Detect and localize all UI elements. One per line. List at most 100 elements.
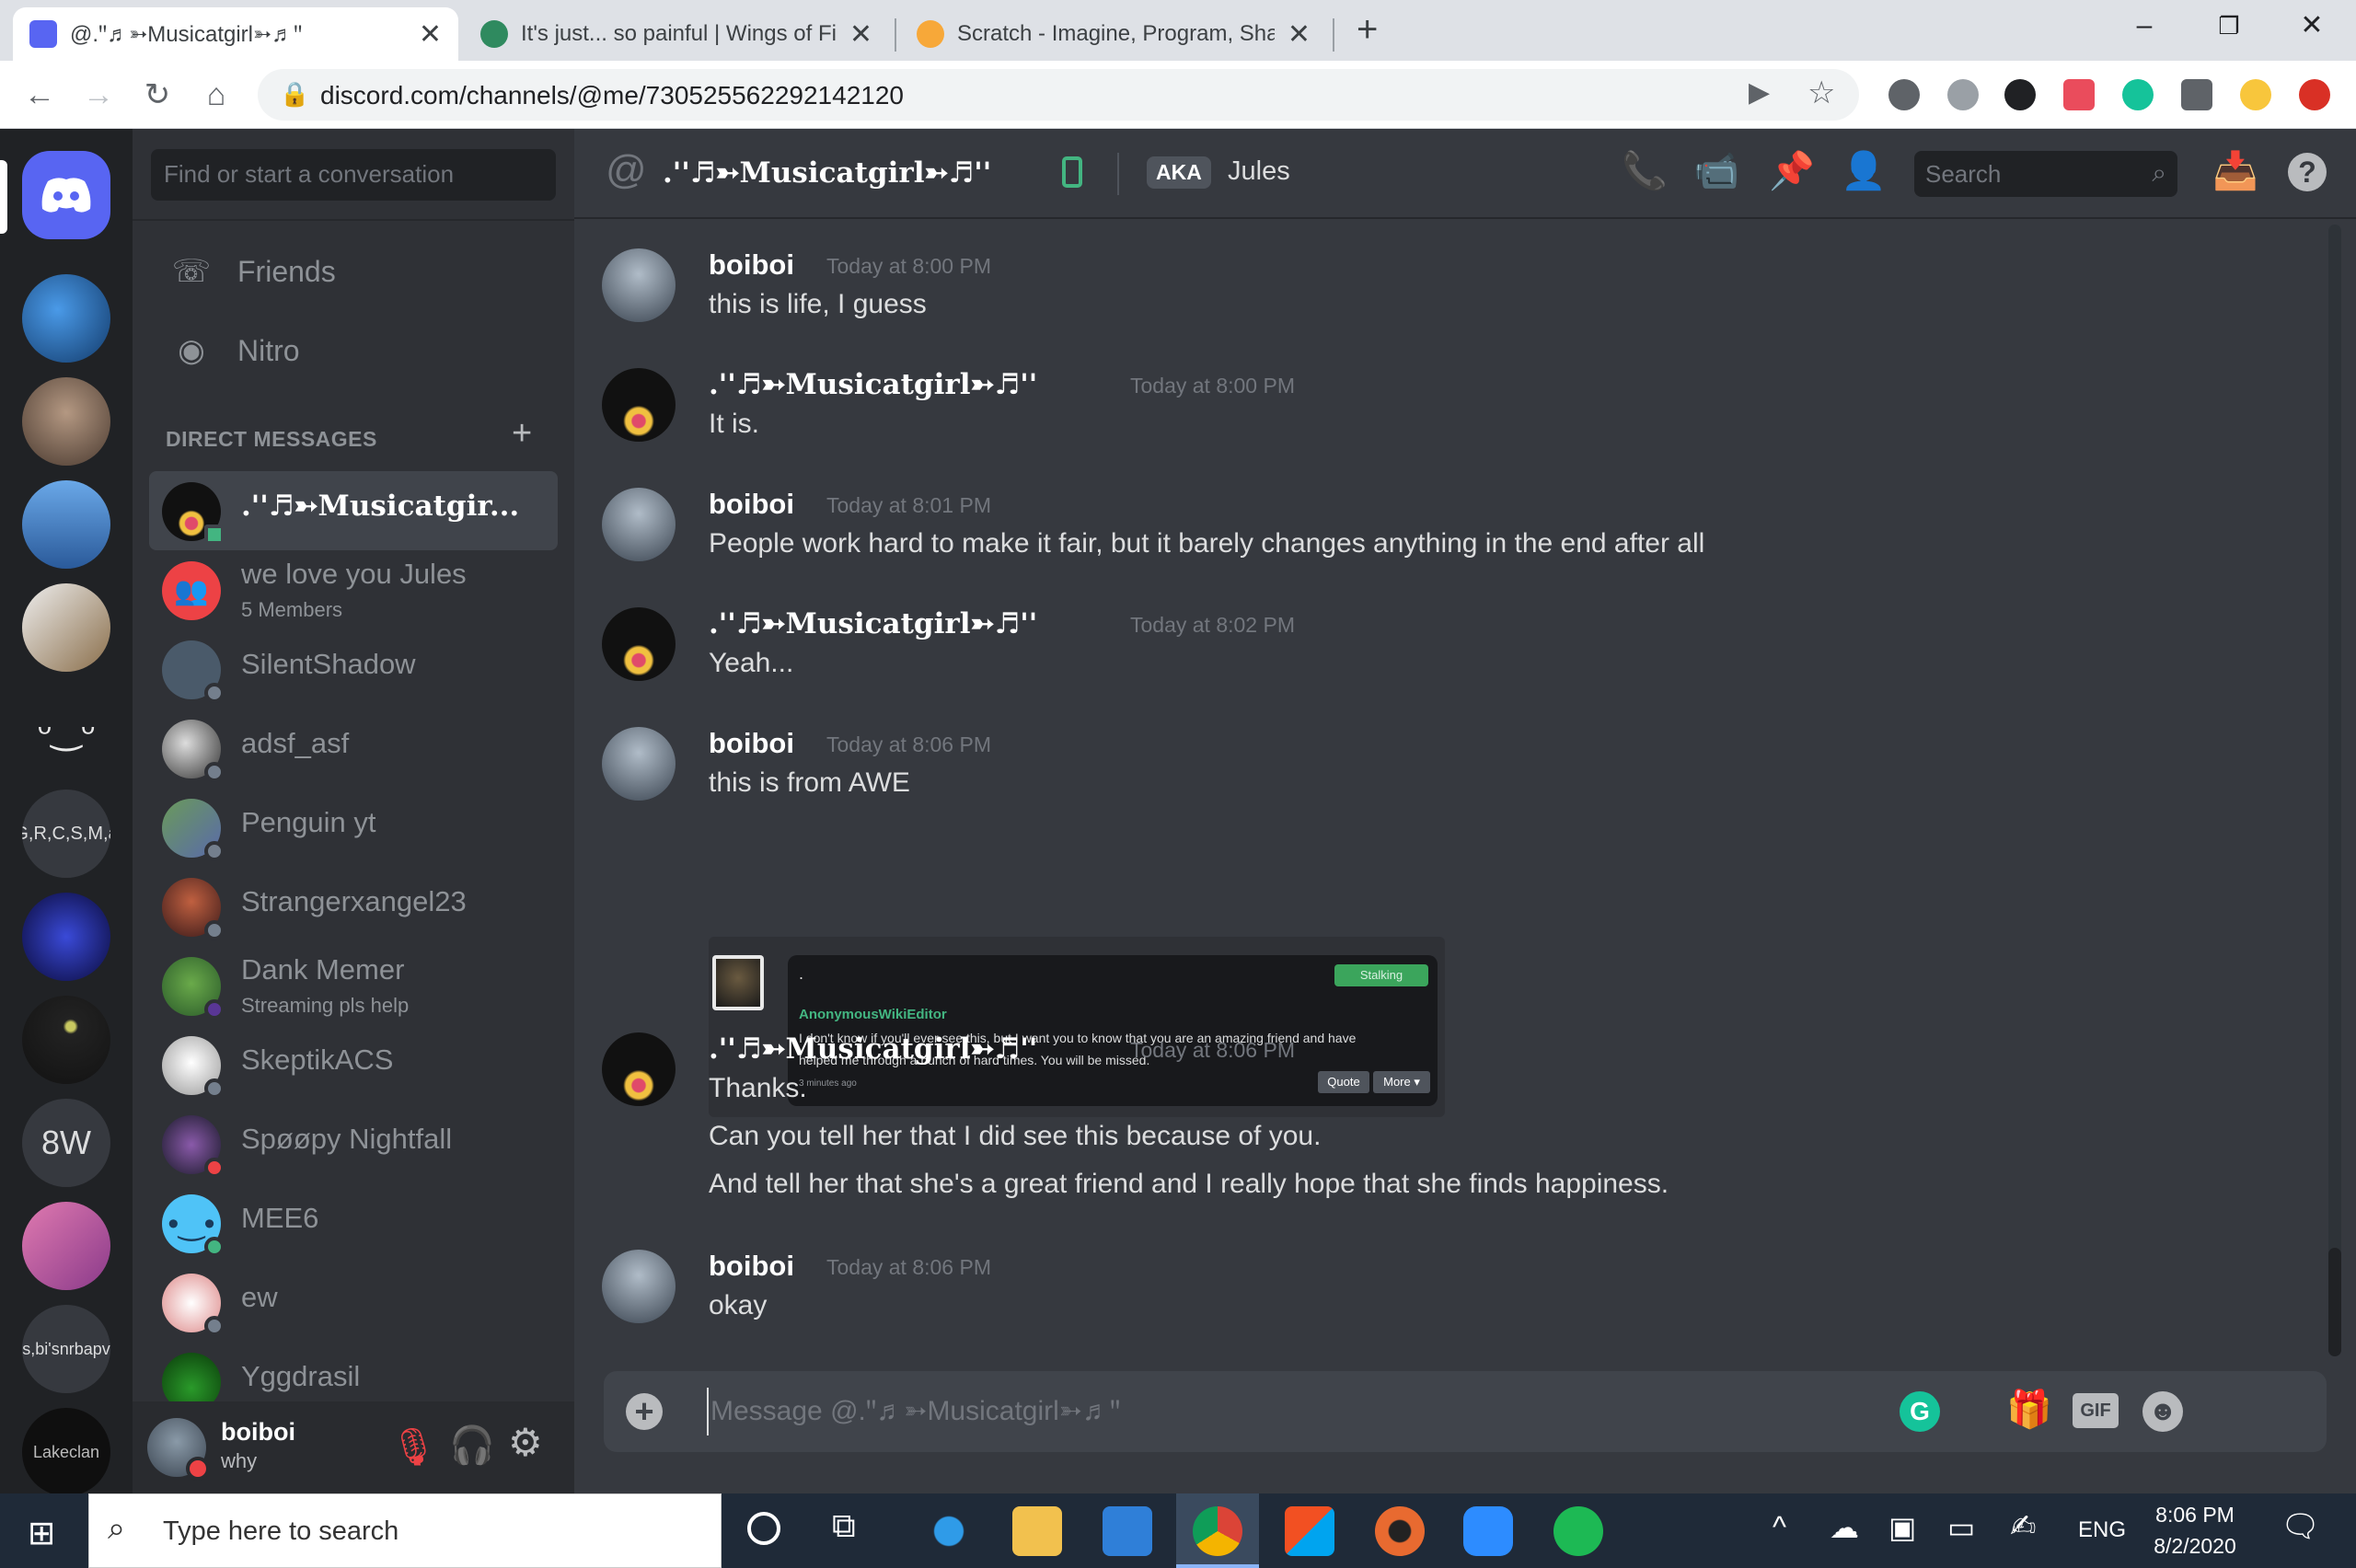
clock-time[interactable]: 8:06 PM xyxy=(2154,1503,2236,1528)
tab-discord[interactable]: @.ꞌꞌ♬➳Musicatgirl➳♬ꞌꞌ ✕ xyxy=(13,7,458,61)
video-call-icon[interactable]: 📹 xyxy=(1693,149,1739,192)
message-author[interactable]: .ꞌꞌ♬➳Musicatgirl➳♬ꞌꞌ xyxy=(709,1032,1037,1066)
message-author[interactable]: .ꞌꞌ♬➳Musicatgirl➳♬ꞌꞌ xyxy=(709,607,1037,640)
edge-icon[interactable] xyxy=(924,1506,974,1556)
notifications-icon[interactable]: 🗨 xyxy=(2281,1508,2320,1545)
home-button[interactable] xyxy=(22,151,110,239)
profile-avatar[interactable] xyxy=(2240,79,2271,110)
reload-icon[interactable]: ↻ xyxy=(136,74,179,116)
extension-icon[interactable] xyxy=(1888,79,1920,110)
onedrive-icon[interactable]: ☁ xyxy=(1830,1510,1859,1545)
taskbar-search-input[interactable]: ⌕ Type here to search xyxy=(88,1493,722,1568)
scrollbar-track[interactable] xyxy=(2328,225,2341,1356)
gif-button[interactable]: GIF xyxy=(2073,1393,2119,1428)
screencast-icon[interactable] xyxy=(2063,79,2095,110)
message-avatar[interactable] xyxy=(602,1032,676,1106)
server-icon-sbi[interactable]: s,bi'snrbapv xyxy=(22,1305,110,1393)
language-indicator[interactable]: ENG xyxy=(2078,1517,2126,1543)
close-tab-icon[interactable]: ✕ xyxy=(849,18,872,51)
puzzle-extensions-icon[interactable] xyxy=(2181,79,2212,110)
server-icon-8w[interactable]: 8W xyxy=(22,1099,110,1187)
image-attachment[interactable]: . Stalking AnonymousWikiEditor I don't k… xyxy=(709,937,1445,1117)
pin-icon[interactable]: 📌 xyxy=(1769,149,1815,192)
message-avatar[interactable] xyxy=(602,1250,676,1323)
task-view-icon[interactable]: ⧉ xyxy=(832,1506,856,1546)
tab-wings-of-fire[interactable]: It's just... so painful | Wings of Fir ✕ xyxy=(464,7,889,61)
chrome-taskbar-button[interactable] xyxy=(1176,1493,1259,1568)
tab-scratch[interactable]: Scratch - Imagine, Program, Shar ✕ xyxy=(900,7,1327,61)
voice-call-icon[interactable]: 📞 xyxy=(1622,149,1668,192)
settings-gear-icon[interactable]: ⚙ xyxy=(508,1420,543,1465)
dm-item-adsf[interactable]: adsf_asf xyxy=(149,709,558,788)
message-avatar[interactable] xyxy=(602,368,676,442)
close-window-icon[interactable]: ✕ xyxy=(2284,7,2339,44)
dm-item-musicatgirl[interactable]: .ꞌꞌ♬➳Musicatgir... xyxy=(149,471,558,550)
camera-blocked-icon[interactable]: ▶ xyxy=(1749,76,1770,109)
address-bar[interactable]: 🔒 discord.com/channels/@me/7305255622921… xyxy=(258,69,1859,121)
dm-item-spoopy[interactable]: Spøøpy Nightfall xyxy=(149,1104,558,1183)
pen-icon[interactable]: ✍ xyxy=(2010,1508,2037,1545)
message-author[interactable]: boiboi xyxy=(709,727,794,760)
message-avatar[interactable] xyxy=(602,488,676,561)
file-explorer-icon[interactable] xyxy=(1012,1506,1062,1556)
lock-icon[interactable]: 🔒 xyxy=(280,80,309,109)
message-author[interactable]: .ꞌꞌ♬➳Musicatgirl➳♬ꞌꞌ xyxy=(709,368,1037,401)
server-icon-10[interactable] xyxy=(22,1202,110,1290)
message-avatar[interactable] xyxy=(602,607,676,681)
new-tab-button[interactable]: + xyxy=(1357,9,1378,51)
mute-microphone-icon[interactable]: 🎙 xyxy=(390,1425,437,1469)
store-icon[interactable] xyxy=(1285,1506,1334,1556)
bookmark-star-icon[interactable]: ☆ xyxy=(1807,75,1835,111)
server-icon-7[interactable] xyxy=(22,893,110,981)
zoom-icon[interactable] xyxy=(1463,1506,1513,1556)
dark-mode-icon[interactable] xyxy=(2004,79,2036,110)
message-avatar[interactable] xyxy=(602,727,676,801)
clock-date[interactable]: 8/2/2020 xyxy=(2141,1534,2249,1559)
inbox-icon[interactable]: 📥 xyxy=(2212,149,2258,192)
search-input[interactable]: Search ⌕ xyxy=(1914,151,2177,197)
create-dm-button[interactable]: + xyxy=(512,414,532,454)
windows-start-icon[interactable]: ⊞ xyxy=(28,1514,55,1552)
mail-icon[interactable] xyxy=(1103,1506,1152,1556)
message-author[interactable]: boiboi xyxy=(709,1250,794,1283)
show-hidden-icons-icon[interactable]: ^ xyxy=(1773,1510,1786,1544)
display-icon[interactable]: ▣ xyxy=(1888,1510,1916,1545)
find-conversation-input[interactable]: Find or start a conversation xyxy=(151,149,556,201)
message-author[interactable]: boiboi xyxy=(709,248,794,282)
server-icon-2[interactable] xyxy=(22,377,110,466)
server-icon-3[interactable] xyxy=(22,480,110,569)
help-icon[interactable]: ? xyxy=(2288,153,2327,191)
dm-item-ew[interactable]: ew xyxy=(149,1262,558,1342)
upload-plus-icon[interactable]: + xyxy=(626,1393,663,1430)
nitro-nav[interactable]: ◉ Nitro xyxy=(149,317,558,385)
add-friend-icon[interactable]: 👤 xyxy=(1841,149,1887,192)
close-tab-icon[interactable]: ✕ xyxy=(419,18,442,51)
server-icon-4[interactable] xyxy=(22,583,110,672)
grammarly-icon[interactable]: G xyxy=(1900,1391,1940,1432)
home-icon[interactable]: ⌂ xyxy=(195,74,237,116)
cortana-icon[interactable] xyxy=(747,1512,780,1545)
dm-item-skeptikacs[interactable]: SkeptikACS xyxy=(149,1025,558,1104)
media-player-icon[interactable] xyxy=(1375,1506,1425,1556)
restore-icon[interactable]: ❐ xyxy=(2201,7,2257,44)
message-author[interactable]: boiboi xyxy=(709,488,794,521)
scrollbar-thumb[interactable] xyxy=(2328,1248,2341,1356)
update-icon[interactable] xyxy=(2299,79,2330,110)
minimize-icon[interactable]: – xyxy=(2117,7,2172,44)
gift-icon[interactable]: 🎁 xyxy=(2006,1388,2052,1431)
server-icon-lakeclan[interactable]: Lakeclan xyxy=(22,1408,110,1493)
dm-item-dankmemer[interactable]: Dank Memer Streaming pls help xyxy=(149,946,558,1025)
dm-item-group[interactable]: 👥 we love you Jules 5 Members xyxy=(149,550,558,629)
server-icon-gr[interactable]: G,R,C,S,M,a xyxy=(22,790,110,878)
emoji-icon[interactable]: ☻ xyxy=(2142,1391,2183,1432)
friends-nav[interactable]: ☏ Friends xyxy=(149,237,558,306)
close-tab-icon[interactable]: ✕ xyxy=(1288,18,1311,51)
dm-item-mee6[interactable]: •‿• MEE6 xyxy=(149,1183,558,1262)
battery-icon[interactable]: ▭ xyxy=(1947,1510,1975,1545)
server-icon-1[interactable] xyxy=(22,274,110,363)
server-icon-8[interactable] xyxy=(22,996,110,1084)
back-arrow-icon[interactable]: ← xyxy=(18,74,61,116)
message-avatar[interactable] xyxy=(602,248,676,322)
dm-item-strangerxangel[interactable]: Strangerxangel23 xyxy=(149,867,558,946)
forward-arrow-icon[interactable]: → xyxy=(77,74,120,116)
